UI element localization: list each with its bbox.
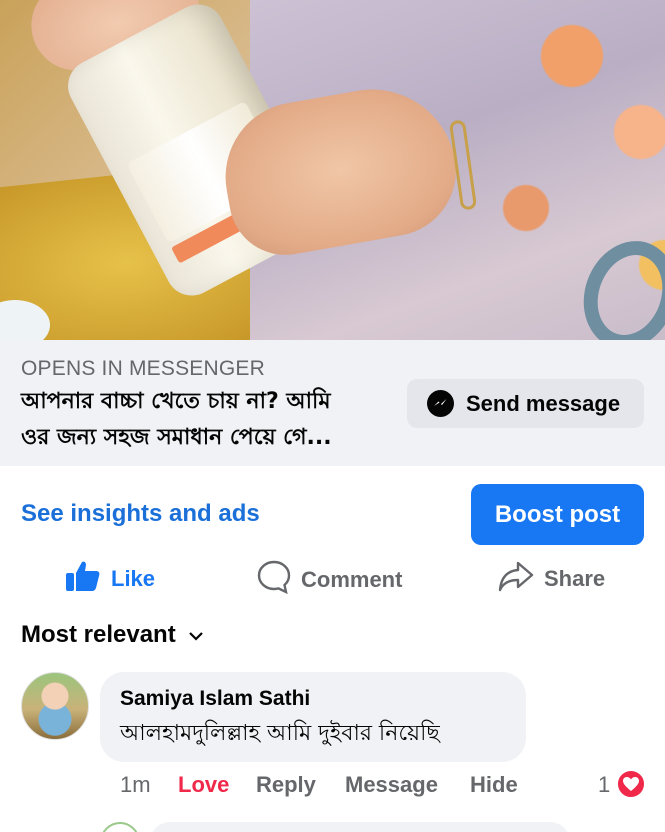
message-button[interactable]: Message [345, 772, 438, 798]
see-insights-link[interactable]: See insights and ads [21, 500, 260, 528]
speech-bubble-icon [257, 560, 291, 600]
send-message-label: Send message [466, 390, 621, 416]
reaction-count[interactable]: 1 [598, 772, 610, 798]
comment-sort-dropdown[interactable]: Most relevant [21, 621, 204, 649]
share-arrow-icon [498, 560, 534, 598]
opens-in-messenger-label: OPENS IN MESSENGER [21, 357, 265, 380]
reply-button[interactable]: Reply [256, 772, 316, 798]
love-reaction-button[interactable]: Love [178, 772, 229, 798]
share-label: Share [544, 566, 606, 591]
like-label: Like [111, 566, 156, 591]
post-photo[interactable] [0, 0, 665, 340]
messenger-icon [427, 390, 454, 417]
heart-icon[interactable] [616, 769, 646, 799]
comment-bubble[interactable]: Samiya Islam Sathi আলহামদুলিল্লাহ আমি দু… [100, 672, 526, 762]
boost-post-button[interactable]: Boost post [471, 484, 644, 545]
thumbs-up-icon [65, 560, 101, 598]
next-comment-avatar[interactable] [100, 822, 140, 832]
sort-label: Most relevant [21, 621, 176, 648]
next-comment-bubble[interactable] [150, 822, 570, 832]
post-action-bar: Like Comment Share [0, 556, 665, 600]
comment-text: আলহামদুলিল্লাহ আমি দুইবার নিয়েছি [120, 721, 440, 746]
ad-headline[interactable]: আপনার বাচ্চা খেতে চায় না? আমি ওর জন্য স… [21, 384, 391, 456]
comment-meta: 1m Love Reply Message Hide 1 [120, 769, 646, 802]
avatar[interactable] [21, 672, 89, 740]
ad-headline-line1: আপনার বাচ্চা খেতে চায় না? আমি [21, 389, 331, 414]
hide-button[interactable]: Hide [470, 772, 518, 798]
send-message-button[interactable]: Send message [407, 379, 644, 428]
messenger-cta[interactable]: OPENS IN MESSENGER আপনার বাচ্চা খেতে চায… [0, 340, 665, 466]
ad-headline-line2: ওর জন্য সহজ সমাধান পেয়ে গে... [21, 425, 332, 450]
share-button[interactable]: Share [498, 560, 605, 598]
comment-button[interactable]: Comment [257, 560, 402, 600]
like-button[interactable]: Like [65, 560, 155, 598]
chevron-down-icon [188, 621, 204, 649]
comment-label: Comment [301, 567, 403, 592]
comment-author[interactable]: Samiya Islam Sathi [120, 687, 310, 711]
comment-time: 1m [120, 772, 151, 797]
